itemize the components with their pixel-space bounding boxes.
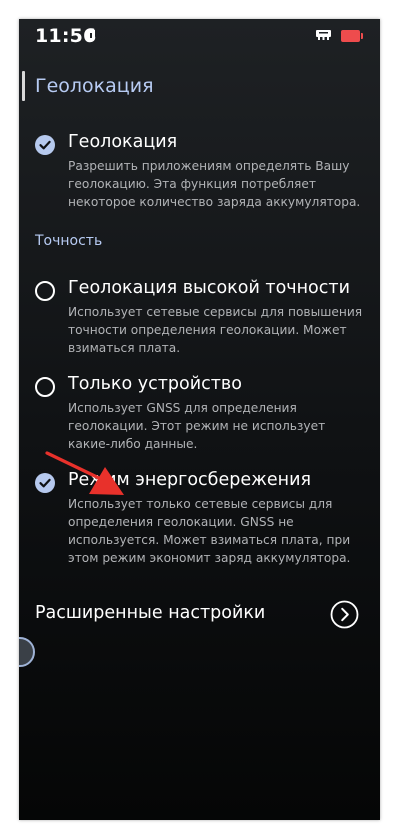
radio-high-accuracy[interactable] bbox=[35, 281, 55, 301]
option-description: Использует GNSS для определения геолокац… bbox=[68, 401, 326, 451]
battery-icon bbox=[341, 30, 363, 42]
advanced-settings-label: Расширенные настройки bbox=[35, 603, 266, 623]
advanced-settings-row[interactable]: Расширенные настройки bbox=[19, 599, 380, 631]
phone-screen: 11:56 Геолокация Геолокация Разрешить пр… bbox=[19, 19, 380, 820]
status-bar: 11:56 bbox=[19, 19, 380, 55]
option-description: Использует сетевые сервисы для повышения… bbox=[68, 305, 363, 355]
page-title: Геолокация bbox=[35, 75, 154, 97]
radio-device-only[interactable] bbox=[35, 377, 55, 397]
location-toggle-title: Геолокация bbox=[68, 132, 178, 152]
location-toggle-item[interactable]: Геолокация Разрешить приложениям определ… bbox=[19, 132, 380, 209]
chevron-right-circle-icon[interactable] bbox=[330, 600, 359, 629]
option-title: Геолокация высокой точности bbox=[68, 278, 350, 298]
title-indicator bbox=[22, 71, 25, 101]
accuracy-option-high[interactable]: Геолокация высокой точности Использует с… bbox=[19, 278, 380, 355]
location-toggle-description: Разрешить приложениям определять Вашу ге… bbox=[68, 159, 361, 209]
accuracy-option-device-only[interactable]: Только устройство Использует GNSS для оп… bbox=[19, 374, 380, 451]
option-title: Только устройство bbox=[68, 374, 242, 394]
floating-scroll-handle[interactable] bbox=[19, 637, 35, 667]
option-description: Использует только сетевые сервисы для оп… bbox=[68, 497, 351, 565]
accuracy-section-label: Точность bbox=[35, 233, 103, 249]
location-checkbox[interactable] bbox=[35, 135, 55, 155]
network-icon bbox=[316, 30, 331, 40]
shield-icon bbox=[87, 30, 95, 42]
check-icon bbox=[39, 140, 51, 150]
red-arrow-icon bbox=[45, 451, 124, 495]
